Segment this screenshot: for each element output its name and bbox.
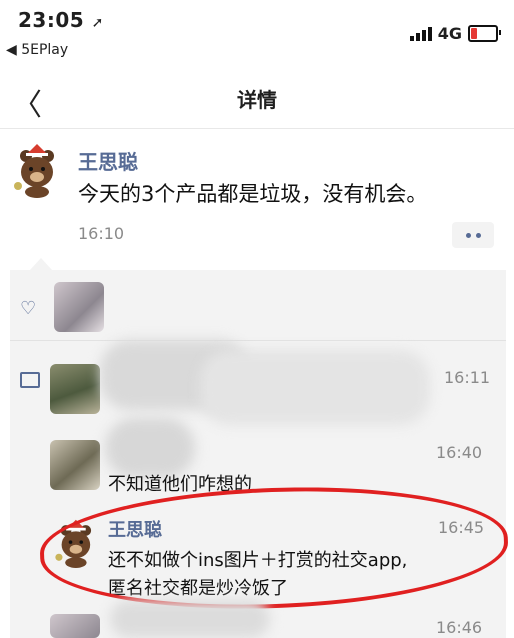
battery-icon: [468, 25, 501, 42]
comment-time: 16:46: [436, 618, 483, 637]
post-text: 今天的3个产品都是垃圾，没有机会。: [78, 182, 428, 206]
network-type: 4G: [437, 24, 462, 43]
post-time: 16:10: [78, 224, 125, 243]
comment-icon: [20, 372, 40, 388]
commenter-avatar[interactable]: [50, 614, 100, 638]
obscured-area: [200, 350, 430, 425]
comment-time: 16:40: [436, 443, 483, 462]
more-options-button[interactable]: [452, 222, 494, 248]
comment-time: 16:11: [444, 368, 491, 387]
panel-pointer: [30, 258, 52, 270]
likes-divider: [10, 340, 506, 341]
bear-avatar-icon: [14, 144, 54, 198]
commenter-avatar[interactable]: [50, 364, 100, 414]
commenter-avatar[interactable]: [50, 440, 100, 490]
nav-divider: [0, 128, 514, 129]
post-author-name[interactable]: 王思聪: [78, 146, 138, 175]
page-title: 详情: [237, 88, 277, 112]
liker-avatar[interactable]: [54, 282, 104, 332]
obscured-area: [110, 600, 270, 638]
author-avatar[interactable]: [8, 142, 64, 198]
back-to-app-link[interactable]: ◀ 5EPlay: [6, 42, 68, 58]
obscured-area: [105, 418, 195, 478]
location-arrow-icon: ➚: [91, 15, 104, 31]
heart-icon: ♡: [20, 298, 37, 319]
status-indicators: 4G: [409, 24, 501, 43]
signal-icon: [409, 26, 432, 41]
status-time: 23:05 ➚: [18, 8, 104, 32]
